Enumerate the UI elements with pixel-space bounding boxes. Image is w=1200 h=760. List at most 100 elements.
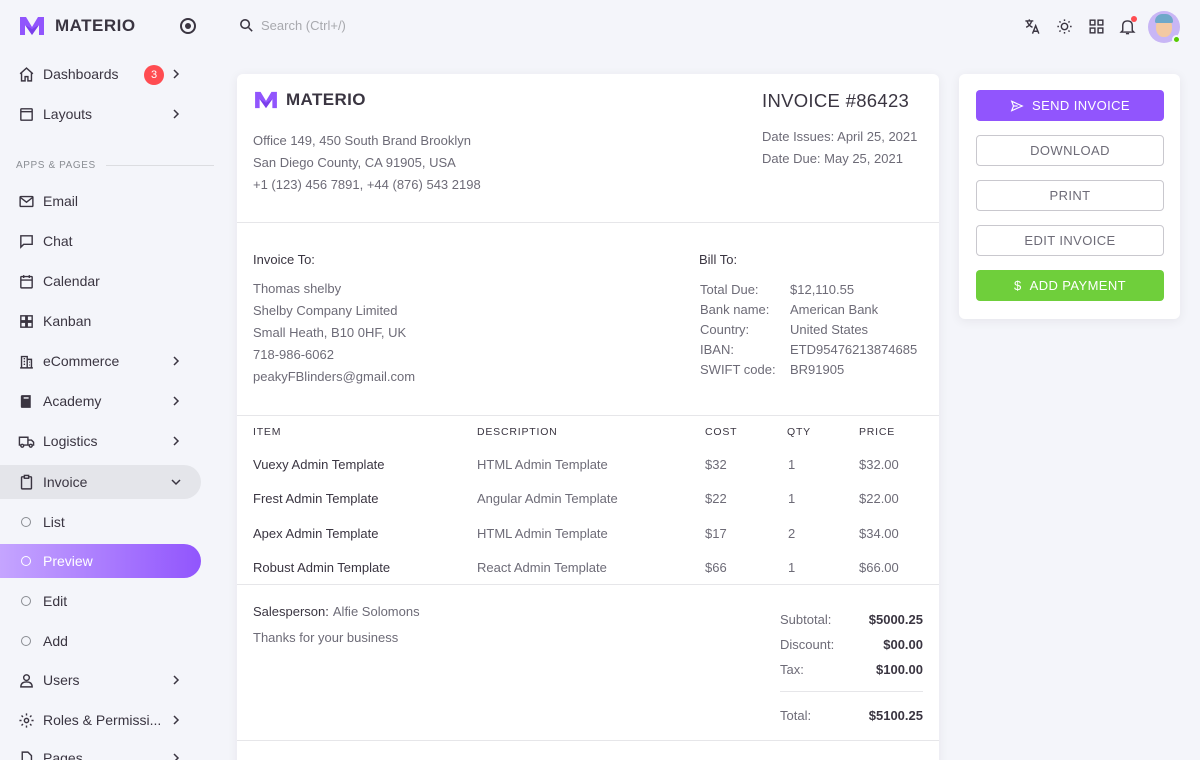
bill-key: SWIFT code: — [700, 362, 776, 377]
sidebar-item-label: Academy — [43, 393, 102, 409]
invoice-brand: MATERIO — [253, 90, 366, 110]
sidebar-subitem-preview[interactable]: Preview — [0, 544, 201, 578]
bill-value: United States — [790, 322, 869, 337]
download-button[interactable]: DOWNLOAD — [976, 135, 1164, 166]
address-line: +1 (123) 456 7891, +44 (876) 543 2198 — [253, 177, 481, 192]
sidebar-item-label: Roles & Permissi... — [43, 712, 162, 728]
tax-label: Tax: — [780, 662, 804, 677]
sidebar-subitem-add[interactable]: Add — [0, 624, 201, 658]
address-line: San Diego County, CA 91905, USA — [253, 155, 456, 170]
sidebar-pin-toggle[interactable] — [180, 18, 196, 34]
translate-icon[interactable] — [1022, 16, 1042, 36]
bill-key: IBAN: — [700, 342, 734, 357]
table-cell-price: $34.00 — [859, 526, 899, 541]
clipboard-icon — [18, 474, 35, 491]
home-icon — [18, 66, 35, 83]
table-cell-description: HTML Admin Template — [477, 457, 608, 472]
table-cell-price: $66.00 — [859, 560, 899, 575]
circle-icon — [21, 596, 31, 606]
sidebar-item-label: Add — [43, 633, 68, 649]
chevron-right-icon — [173, 109, 180, 119]
bill-value: American Bank — [790, 302, 879, 317]
user-icon — [18, 672, 35, 689]
sun-icon[interactable] — [1054, 16, 1074, 36]
sidebar-item-invoice[interactable]: Invoice — [0, 465, 201, 499]
sidebar-item-label: Dashboards — [43, 66, 119, 82]
discount-value: $00.00 — [883, 637, 923, 652]
discount-label: Discount: — [780, 637, 835, 652]
table-cell-price: $22.00 — [859, 491, 899, 506]
print-button[interactable]: PRINT — [976, 180, 1164, 211]
sidebar-item-users[interactable]: Users — [0, 663, 201, 697]
column-header-cost: COST — [705, 426, 738, 438]
avatar[interactable] — [1148, 11, 1181, 44]
divider — [237, 740, 939, 741]
sidebar-subitem-list[interactable]: List — [0, 505, 201, 539]
button-label: EDIT INVOICE — [1024, 233, 1116, 248]
send-icon — [1010, 99, 1024, 113]
address-line: Office 149, 450 South Brand Brooklyn — [253, 133, 472, 148]
file-icon — [18, 750, 35, 760]
search-icon — [240, 19, 253, 32]
sidebar-item-logistics[interactable]: Logistics — [0, 424, 201, 458]
divider — [237, 415, 939, 416]
sidebar-item-dashboards[interactable]: Dashboards 3 — [0, 57, 201, 91]
brand[interactable]: MATERIO — [19, 14, 136, 38]
sidebar-item-calendar[interactable]: Calendar — [0, 264, 201, 298]
table-cell-cost: $17 — [705, 526, 727, 541]
bill-key: Total Due: — [700, 282, 759, 297]
sidebar-item-roles-permissions[interactable]: Roles & Permissi... — [0, 703, 201, 737]
date-due: Date Due: May 25, 2021 — [762, 151, 903, 166]
button-label: ADD PAYMENT — [1029, 278, 1126, 293]
salesperson-label: Salesperson: — [253, 604, 329, 619]
sidebar-item-ecommerce[interactable]: eCommerce — [0, 344, 201, 378]
calendar-icon — [18, 273, 35, 290]
apps-grid-icon[interactable] — [1086, 16, 1106, 36]
bill-row: Country: United States — [700, 320, 917, 340]
building-icon — [18, 353, 35, 370]
sidebar: MATERIO Dashboards 3 Layouts APPS & PAGE… — [0, 0, 216, 760]
invoice-to-details: Thomas shelby Shelby Company Limited Sma… — [253, 278, 415, 388]
sidebar-item-pages[interactable]: Pages — [0, 741, 201, 760]
column-header-description: DESCRIPTION — [477, 426, 558, 438]
table-cell-cost: $66 — [705, 560, 727, 575]
bill-value: BR91905 — [790, 362, 845, 377]
sidebar-item-label: Kanban — [43, 313, 92, 329]
sidebar-item-layouts[interactable]: Layouts — [0, 97, 201, 131]
date-issued: Date Issues: April 25, 2021 — [762, 129, 918, 144]
edit-invoice-button[interactable]: EDIT INVOICE — [976, 225, 1164, 256]
search-input[interactable] — [261, 18, 461, 33]
thanks-note: Thanks for your business — [253, 630, 399, 645]
add-payment-button[interactable]: $ ADD PAYMENT — [976, 270, 1164, 301]
sidebar-item-label: Chat — [43, 233, 73, 249]
mail-icon — [18, 193, 35, 210]
notification-count-badge: 3 — [144, 65, 164, 85]
sidebar-item-kanban[interactable]: Kanban — [0, 304, 201, 338]
table-cell-cost: $22 — [705, 491, 727, 506]
search-bar[interactable] — [238, 17, 461, 34]
chevron-right-icon — [173, 753, 180, 760]
sidebar-item-label: Logistics — [43, 433, 98, 449]
sidebar-item-email[interactable]: Email — [0, 184, 201, 218]
bill-row: Bank name: American Bank — [700, 300, 917, 320]
company-address: Office 149, 450 South Brand Brooklyn San… — [253, 130, 481, 196]
sidebar-item-label: List — [43, 514, 65, 530]
sidebar-item-academy[interactable]: Academy — [0, 384, 201, 418]
column-header-item: ITEM — [253, 426, 282, 438]
sidebar-item-label: Email — [43, 193, 79, 209]
circle-icon — [21, 636, 31, 646]
sidebar-section-title: APPS & PAGES — [16, 160, 214, 171]
avatar-hair — [1155, 14, 1173, 23]
bill-to-details: Total Due: $12,110.55 Bank name: American … — [700, 280, 917, 380]
invoice-actions-card: SEND INVOICE DOWNLOAD PRINT EDIT INVOICE… — [959, 74, 1180, 319]
sidebar-subitem-edit[interactable]: Edit — [0, 584, 201, 618]
sidebar-item-chat[interactable]: Chat — [0, 224, 201, 258]
invoice-dates: Date Issues: April 25, 2021 Date Due: Ma… — [762, 126, 917, 170]
sidebar-item-label: Calendar — [43, 273, 100, 289]
subtotal-label: Subtotal: — [780, 612, 832, 627]
client-email: peakyFBlinders@gmail.com — [253, 369, 416, 384]
bell-icon[interactable] — [1117, 16, 1137, 36]
chevron-right-icon — [173, 436, 180, 446]
send-invoice-button[interactable]: SEND INVOICE — [976, 90, 1164, 121]
totals-divider — [780, 691, 923, 692]
